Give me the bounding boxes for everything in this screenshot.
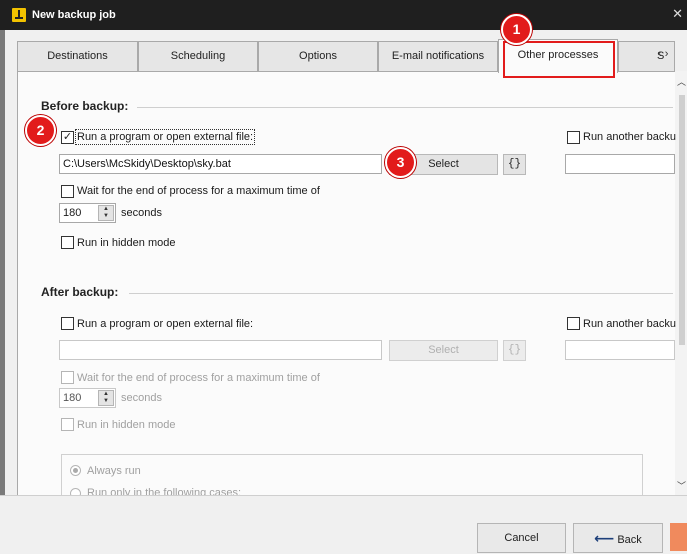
- spin-up-icon[interactable]: ▲: [99, 391, 113, 398]
- before-timeout-spinner[interactable]: 180 ▲ ▼: [59, 203, 116, 223]
- after-variables-button[interactable]: {}: [503, 340, 526, 361]
- highlight-box: [503, 41, 615, 78]
- after-run-another-label: Run another backu: [583, 318, 676, 330]
- section-divider: [137, 107, 673, 108]
- chevron-down-icon[interactable]: ﹀: [677, 479, 686, 492]
- step-marker-1: 1: [501, 14, 532, 45]
- after-seconds-label: seconds: [121, 392, 162, 404]
- back-button[interactable]: ⟵ Back: [573, 523, 663, 553]
- always-run-radio[interactable]: [70, 465, 81, 476]
- after-run-another-select[interactable]: [565, 340, 675, 360]
- before-backup-heading: Before backup:: [41, 99, 129, 113]
- before-timeout-value: 180: [63, 207, 82, 219]
- after-hidden-mode-checkbox[interactable]: [61, 418, 74, 431]
- chevron-left-icon[interactable]: ‹: [658, 48, 662, 60]
- tab-scroll-arrows[interactable]: ‹ ›: [658, 48, 668, 60]
- tab-email-notifications[interactable]: E-mail notifications: [378, 41, 498, 71]
- title-bar: New backup job ✕: [0, 0, 687, 30]
- cancel-button[interactable]: Cancel: [477, 523, 566, 553]
- after-timeout-spinner[interactable]: 180 ▲ ▼: [59, 388, 116, 408]
- after-select-button[interactable]: Select: [389, 340, 498, 361]
- chevron-up-icon[interactable]: ︿: [677, 75, 686, 88]
- section-divider: [129, 293, 673, 294]
- spinner-arrows[interactable]: ▲ ▼: [98, 390, 114, 406]
- tab-destinations[interactable]: Destinations: [17, 41, 138, 71]
- window-edge: [0, 30, 5, 495]
- after-program-path-input[interactable]: [59, 340, 382, 360]
- after-run-program-checkbox[interactable]: [61, 317, 74, 330]
- step-marker-2: 2: [25, 115, 56, 146]
- before-run-another-checkbox[interactable]: [567, 131, 580, 144]
- before-hidden-mode-label: Run in hidden mode: [77, 237, 176, 249]
- before-run-program-label: Run a program or open external file:: [74, 129, 256, 145]
- tab-options[interactable]: Options: [258, 41, 378, 71]
- before-run-program-checkbox[interactable]: ✓: [61, 131, 74, 144]
- after-run-program-label: Run a program or open external file:: [77, 318, 254, 330]
- chevron-right-icon[interactable]: ›: [665, 48, 669, 60]
- spin-down-icon[interactable]: ▼: [99, 398, 113, 405]
- before-seconds-label: seconds: [121, 207, 162, 219]
- window-title: New backup job: [32, 9, 116, 21]
- step-marker-3: 3: [385, 147, 416, 178]
- back-button-label: Back: [617, 534, 642, 546]
- before-variables-button[interactable]: {}: [503, 154, 526, 175]
- scrollbar-thumb[interactable]: [679, 95, 685, 345]
- tab-scheduling[interactable]: Scheduling: [138, 41, 258, 71]
- before-wait-label: Wait for the end of process for a maximu…: [77, 185, 320, 197]
- arrow-left-icon: ⟵: [594, 530, 615, 546]
- before-run-another-label: Run another backu: [583, 131, 676, 143]
- after-hidden-mode-label: Run in hidden mode: [77, 419, 176, 431]
- after-backup-heading: After backup:: [41, 285, 119, 299]
- close-icon[interactable]: ✕: [672, 6, 683, 22]
- after-timeout-value: 180: [63, 392, 82, 404]
- spin-up-icon[interactable]: ▲: [99, 206, 113, 213]
- spinner-arrows[interactable]: ▲ ▼: [98, 205, 114, 221]
- before-run-another-select[interactable]: [565, 154, 675, 174]
- spin-down-icon[interactable]: ▼: [99, 213, 113, 220]
- after-wait-label: Wait for the end of process for a maximu…: [77, 372, 320, 384]
- app-icon: [12, 8, 26, 22]
- after-wait-checkbox[interactable]: [61, 371, 74, 384]
- after-run-another-checkbox[interactable]: [567, 317, 580, 330]
- before-wait-checkbox[interactable]: [61, 185, 74, 198]
- before-hidden-mode-checkbox[interactable]: [61, 236, 74, 249]
- before-program-path-input[interactable]: [59, 154, 382, 174]
- always-run-label: Always run: [87, 465, 141, 477]
- next-button-partial[interactable]: [670, 523, 687, 551]
